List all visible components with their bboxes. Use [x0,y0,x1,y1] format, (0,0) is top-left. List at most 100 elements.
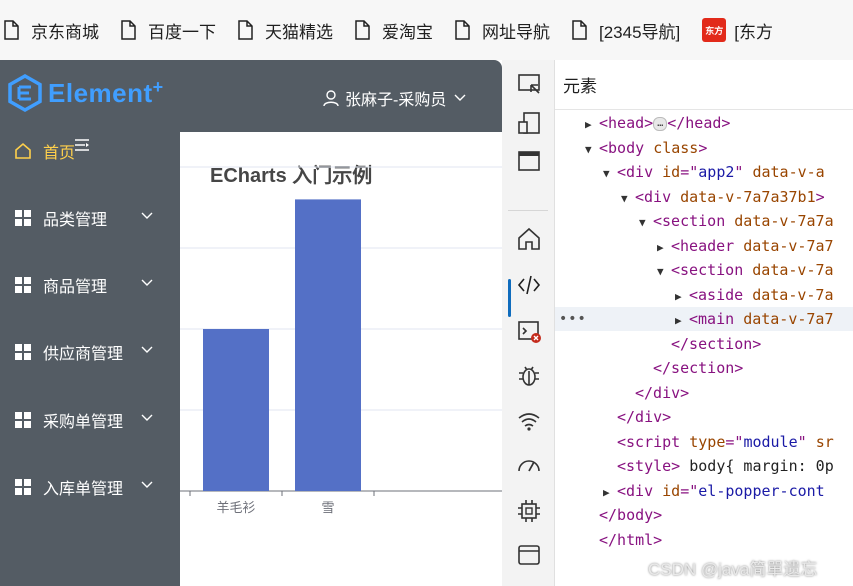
caret-down-icon[interactable]: ▼ [639,211,653,235]
bookmark-label: 爱淘宝 [382,22,433,42]
sidebar-item-3[interactable]: 供应商管理 [0,324,180,380]
grid-icon [15,479,31,495]
dom-node[interactable]: </section> [555,332,853,356]
chevron-down-icon [141,279,153,286]
dom-token: id [662,481,681,500]
caret-down-icon[interactable]: ▼ [621,187,635,211]
dom-node[interactable]: ▶ <head>… </head> [555,111,853,135]
dom-node[interactable]: ▶ <aside data-v-7a [555,283,853,307]
sidebar-item-label: 供应商管理 [43,346,124,363]
bookmark-0[interactable]: 京东商城 [4,18,99,43]
more-options-icon[interactable]: ••• [559,307,587,331]
caret-down-icon[interactable]: ▼ [603,162,617,186]
document-icon [355,20,370,40]
sidebar-item-5[interactable]: 入库单管理 [0,459,180,515]
sidebar-item-2[interactable]: 商品管理 [0,257,180,313]
caret-right-icon[interactable]: ▶ [657,236,671,260]
user-name: 张麻子-采购员 [345,92,447,109]
dom-node-selected[interactable]: ••• ▶ <main data-v-7a7 [555,307,853,331]
sidebar-item-0[interactable]: 首页 [0,123,180,179]
application-window-icon[interactable] [516,542,542,568]
bookmark-3[interactable]: 爱淘宝 [355,18,433,43]
dom-token: <section [653,212,735,230]
dom-token: </section> [653,359,744,377]
bookmark-4[interactable]: 网址导航 [455,18,550,43]
dom-node[interactable]: </html> [555,528,853,552]
dom-token: class [653,138,699,157]
dom-token: <script [617,432,690,451]
caret-right-icon[interactable]: ▶ [603,481,617,505]
dom-node[interactable]: ▼ <section data-v-7a [555,258,853,282]
grid-icon [15,210,31,226]
dom-node[interactable]: <style> body{ margin: 0p [555,454,853,478]
caret-right-icon[interactable]: ▶ [675,285,689,309]
dom-token: <style> [617,457,681,475]
bookmark-5[interactable]: [2345导航] [572,18,680,43]
document-icon [455,20,470,40]
bookmark-label: 天猫精选 [265,22,333,42]
dom-token: <main [689,310,744,328]
dom-token: <header [671,236,744,255]
dom-node[interactable]: ▼ <div id="app2" data-v-a [555,160,853,184]
dom-node[interactable]: </div> [555,405,853,429]
dom-token: <body [599,138,654,157]
elements-panel-title[interactable]: 元素 [555,60,853,110]
dom-token: > [815,187,825,206]
dom-token: " [797,432,816,451]
dom-token: </section> [671,334,762,353]
caret-down-icon[interactable]: ▼ [657,260,671,284]
dom-token: module [743,432,798,451]
user-icon [323,89,339,106]
dom-node[interactable]: </div> [555,381,853,405]
dom-token: data-v-7a7 [743,236,834,255]
dom-token: body{ margin: 0p [680,457,834,475]
dom-node[interactable]: ▼ <body class> [555,136,853,160]
sidebar-item-4[interactable]: 采购单管理 [0,392,180,448]
top-header: Element + 张麻子-采购员 [0,60,502,132]
memory-chip-icon[interactable] [516,498,542,524]
dom-token: =" [680,481,699,500]
caret-right-icon[interactable]: ▶ [675,309,689,333]
bookmark-label: 网址导航 [482,22,550,42]
bug-icon[interactable] [516,362,542,388]
caret-right-icon[interactable]: ▶ [585,113,599,137]
dom-token: sr [815,432,834,451]
sidebar-item-label: 品类管理 [43,212,108,229]
rail-separator [508,210,548,211]
inspect-icon[interactable] [516,72,542,98]
dom-node[interactable]: ▼ <section data-v-7a7a [555,209,853,233]
window-icon[interactable] [516,148,542,174]
active-tool-indicator [508,279,511,317]
dom-node[interactable]: <script type="module" sr [555,430,853,454]
dom-token: </head> [667,114,731,132]
dom-node[interactable]: ▶ <div id="el-popper-cont [555,479,853,503]
dom-token: </html> [599,530,663,549]
dom-token: </div> [635,383,690,402]
performance-gauge-icon[interactable] [516,452,542,478]
bookmark-6[interactable]: 东方 [东方 [702,18,773,43]
grid-icon [15,277,31,293]
bookmark-1[interactable]: 百度一下 [121,18,216,43]
sidebar: 首页 品类管理 商品管理 供应商管理 采购单管理 入库单管理 [0,132,180,586]
device-emulation-icon[interactable] [516,110,542,136]
user-dropdown[interactable]: 张麻子-采购员 [323,86,472,110]
chevron-down-icon [141,414,153,421]
elements-code-icon[interactable] [516,272,542,298]
dom-token: </body> [599,506,663,524]
home-icon[interactable] [516,226,542,252]
console-error-icon[interactable] [516,318,542,344]
dom-node[interactable]: </section> [555,356,853,380]
dom-token: data-v-7a [752,285,834,304]
dom-node[interactable]: ▶ <header data-v-7a7 [555,234,853,258]
dom-node[interactable]: </body> [555,503,853,527]
brand-name: Element [48,77,153,108]
bookmark-label: 百度一下 [148,22,216,42]
sidebar-item-1[interactable]: 品类管理 [0,190,180,246]
bookmark-2[interactable]: 天猫精选 [238,18,333,43]
collapsed-ellipsis[interactable]: … [653,116,668,131]
dom-node[interactable]: ▼ <div data-v-7a7a37b1> [555,185,853,209]
network-wifi-icon[interactable] [516,408,542,434]
dom-token: data-v-7a7 [743,310,834,328]
chevron-down-icon [141,481,153,488]
caret-down-icon[interactable]: ▼ [585,138,599,162]
